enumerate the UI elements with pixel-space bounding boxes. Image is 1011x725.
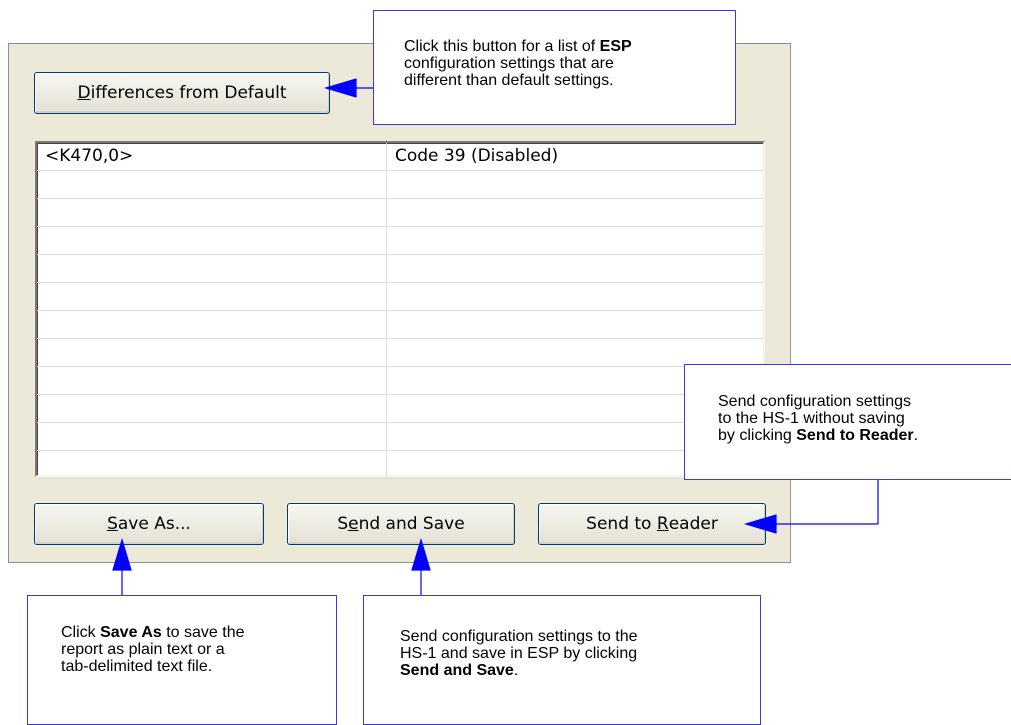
description-cell: Code 39 (Disabled) (395, 146, 559, 166)
command-cell (37, 395, 387, 422)
save-as-callout: Click Save As to save the report as plai… (27, 595, 337, 725)
callout-line: tab-delimited text file. (61, 658, 213, 675)
description-cell (387, 227, 763, 254)
btn-label-post: nd and Save (358, 514, 465, 534)
send-to-reader-button[interactable]: Send to Reader (538, 503, 766, 545)
btn-mnemonic: S (107, 514, 118, 534)
send-and-save-button[interactable]: Se nd and Save (287, 503, 515, 545)
callout-line: . (513, 662, 519, 679)
btn-mnemonic: e (348, 514, 359, 534)
differences-callout: Click this button for a list of ESP conf… (373, 10, 736, 125)
description-cell (387, 171, 763, 198)
command-cell (37, 367, 387, 394)
btn-label-post: ave As... (117, 514, 191, 534)
callout-line: . (913, 427, 919, 444)
btn-label-post: ifferences from Default (90, 83, 287, 103)
callout-bold: Save As (100, 624, 162, 641)
callout-text: Click this button for a list of ESP conf… (404, 38, 632, 89)
btn-label-pre: S (337, 514, 349, 534)
callout-line: report as plain text or a (61, 641, 225, 658)
command-cell (37, 227, 387, 254)
table-row[interactable] (37, 367, 763, 395)
callout-line: to the HS-1 without saving (718, 410, 905, 427)
description-cell (387, 339, 763, 366)
command-cell (37, 199, 387, 226)
btn-mnemonic: D (77, 83, 91, 103)
table-row[interactable]: <K470,0> Code 39 (Disabled) (37, 143, 763, 171)
save-as-button[interactable]: Save As... (34, 503, 264, 545)
btn-label-post: eader (668, 514, 718, 534)
command-cell (37, 451, 387, 478)
table-row[interactable] (37, 395, 763, 423)
callout-bold: Send and Save (400, 662, 514, 679)
description-cell (387, 283, 763, 310)
callout-text: Send configuration settings to the HS-1 … (400, 628, 638, 679)
callout-line: Send configuration settings (718, 393, 912, 410)
callout-text: Click Save As to save the report as plai… (61, 624, 245, 675)
send-and-save-callout: Send configuration settings to the HS-1 … (363, 595, 761, 725)
description-cell (387, 255, 763, 282)
table-row[interactable] (37, 451, 763, 479)
description-cell (387, 311, 763, 338)
differences-from-default-button[interactable]: Differences from Default (34, 72, 330, 114)
callout-line: different than default settings. (404, 72, 614, 89)
table-row[interactable] (37, 311, 763, 339)
callout-line: configuration settings that are (404, 55, 614, 72)
callout-line: HS-1 and save in ESP by clicking (400, 645, 638, 662)
send-to-reader-callout: Send configuration settings to the HS-1 … (684, 364, 1011, 480)
table-row[interactable] (37, 423, 763, 451)
callout-line: Click (61, 624, 101, 641)
command-cell: <K470,0> (37, 143, 387, 170)
table-row[interactable] (37, 227, 763, 255)
command-cell (37, 339, 387, 366)
command-cell (37, 283, 387, 310)
callout-bold: ESP (599, 38, 632, 55)
callout-line: to save the (161, 624, 245, 641)
table-row[interactable] (37, 339, 763, 367)
callout-bold: Send to Reader (796, 427, 914, 444)
table-row[interactable] (37, 171, 763, 199)
callout-line: Click this button for a list of (404, 38, 600, 55)
command-cell (37, 423, 387, 450)
command-cell (37, 171, 387, 198)
btn-mnemonic: R (656, 514, 669, 534)
table-row[interactable] (37, 255, 763, 283)
table-row[interactable] (37, 283, 763, 311)
differences-report-list[interactable]: <K470,0> Code 39 (Disabled) (35, 141, 765, 479)
btn-label-pre: Send to (586, 514, 657, 534)
description-cell (387, 199, 763, 226)
table-row[interactable] (37, 199, 763, 227)
callout-line: by clicking (718, 427, 797, 444)
callout-line: Send configuration settings to the (400, 628, 638, 645)
command-cell (37, 255, 387, 282)
command-cell (37, 311, 387, 338)
callout-text: Send configuration settings to the HS-1 … (718, 393, 918, 444)
